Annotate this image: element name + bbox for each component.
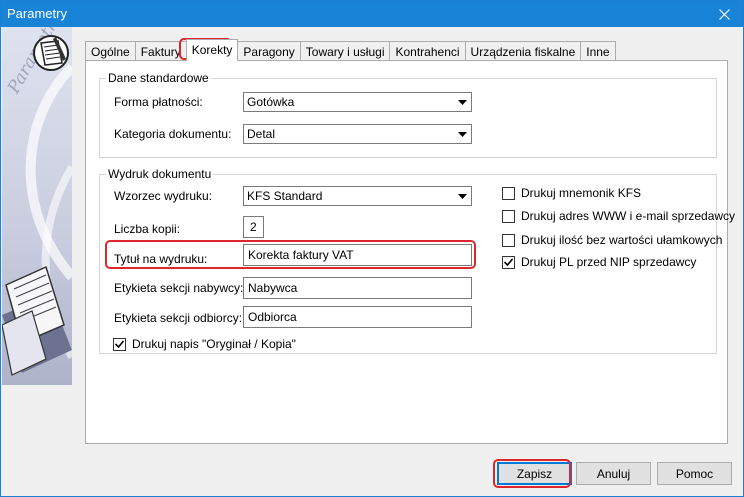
print-qty-no-fraction-label: Drukuj ilość bez wartości ułamkowych (521, 233, 723, 247)
original-copy-checkbox[interactable]: Drukuj napis "Oryginał / Kopia" (113, 337, 296, 351)
close-icon[interactable] (709, 1, 739, 27)
tab-ogolne[interactable]: Ogólne (85, 41, 136, 61)
tab-faktury[interactable]: Faktury (134, 41, 187, 61)
tab-strip: Ogólne Faktury Korekty Paragony Towary i… (85, 39, 616, 61)
tab-inne[interactable]: Inne (580, 41, 616, 61)
print-pl-before-nip-checkbox[interactable]: Drukuj PL przed NIP sprzedawcy (502, 255, 696, 269)
payment-method-select[interactable]: Gotówka (243, 92, 472, 112)
document-category-label: Kategoria dokumentu: (114, 127, 232, 141)
save-button-label: Zapisz (516, 466, 553, 481)
tab-towary-i-uslugi[interactable]: Towary i usługi (299, 41, 391, 61)
tab-urzadzenia-fiskalne[interactable]: Urządzenia fiskalne (464, 41, 582, 61)
save-button[interactable]: Zapisz (497, 462, 572, 485)
print-kfs-mnemonic-label: Drukuj mnemonik KFS (521, 186, 642, 200)
print-kfs-mnemonic-checkbox[interactable]: Drukuj mnemonik KFS (502, 186, 641, 200)
recipient-section-input[interactable]: Odbiorca (243, 306, 472, 328)
payment-method-value: Gotówka (247, 95, 295, 109)
tab-korekty[interactable]: Korekty (185, 39, 239, 61)
document-category-select[interactable]: Detal (243, 124, 472, 144)
chevron-down-icon (456, 96, 469, 109)
title-bar: Parametry (1, 1, 743, 27)
print-template-value: KFS Standard (247, 189, 323, 203)
parametry-dialog: Parametry Parametry Ogólne Faktury Korek… (0, 0, 744, 497)
cancel-button-label: Anuluj (596, 466, 631, 481)
print-pl-before-nip-label: Drukuj PL przed NIP sprzedawcy (521, 255, 697, 269)
copies-value: 2 (250, 220, 257, 234)
help-button[interactable]: Pomoc (657, 462, 732, 485)
print-title-value: Korekta faktury VAT (248, 248, 354, 262)
print-title-input[interactable]: Korekta faktury VAT (243, 244, 472, 266)
tab-panel-korekty: Dane standardowe Forma płatności: Gotówk… (85, 60, 735, 444)
original-copy-label: Drukuj napis "Oryginał / Kopia" (132, 337, 296, 351)
tab-kontrahenci[interactable]: Kontrahenci (389, 41, 466, 61)
print-template-label: Wzorzec wydruku: (114, 189, 213, 203)
settings-logo-icon (32, 33, 70, 76)
document-category-value: Detal (247, 127, 276, 141)
chevron-down-icon (456, 128, 469, 141)
buyer-section-value: Nabywca (248, 281, 298, 295)
group-standard-data: Dane standardowe (99, 71, 717, 158)
buyer-section-input[interactable]: Nabywca (243, 277, 472, 299)
print-title-label: Tytuł na wydruku: (114, 252, 208, 266)
documents-illustration-icon (2, 255, 72, 385)
copies-label: Liczba kopii: (114, 222, 181, 236)
help-button-label: Pomoc (675, 466, 714, 481)
copies-input[interactable]: 2 (243, 216, 264, 238)
checkbox-box (502, 255, 515, 269)
checkbox-box (502, 186, 515, 200)
window-title: Parametry (7, 6, 67, 21)
tab-paragony[interactable]: Paragony (237, 41, 301, 61)
chevron-down-icon (456, 190, 469, 203)
sidebar-illustration: Parametry (2, 27, 72, 385)
payment-method-label: Forma płatności: (114, 95, 203, 109)
print-template-select[interactable]: KFS Standard (243, 186, 472, 206)
cancel-button[interactable]: Anuluj (576, 462, 651, 485)
print-www-email-label: Drukuj adres WWW i e-mail sprzedawcy (521, 209, 736, 223)
checkbox-box (502, 209, 515, 223)
checkbox-box (502, 233, 515, 247)
group-standard-legend: Dane standardowe (106, 71, 211, 85)
recipient-section-value: Odbiorca (248, 310, 297, 324)
print-qty-no-fraction-checkbox[interactable]: Drukuj ilość bez wartości ułamkowych (502, 233, 722, 247)
group-print-legend: Wydruk dokumentu (106, 167, 214, 181)
print-www-email-checkbox[interactable]: Drukuj adres WWW i e-mail sprzedawcy (502, 209, 735, 223)
buyer-section-label: Etykieta sekcji nabywcy: (114, 281, 244, 295)
recipient-section-label: Etykieta sekcji odbiorcy: (114, 311, 243, 325)
checkbox-box (113, 337, 126, 351)
